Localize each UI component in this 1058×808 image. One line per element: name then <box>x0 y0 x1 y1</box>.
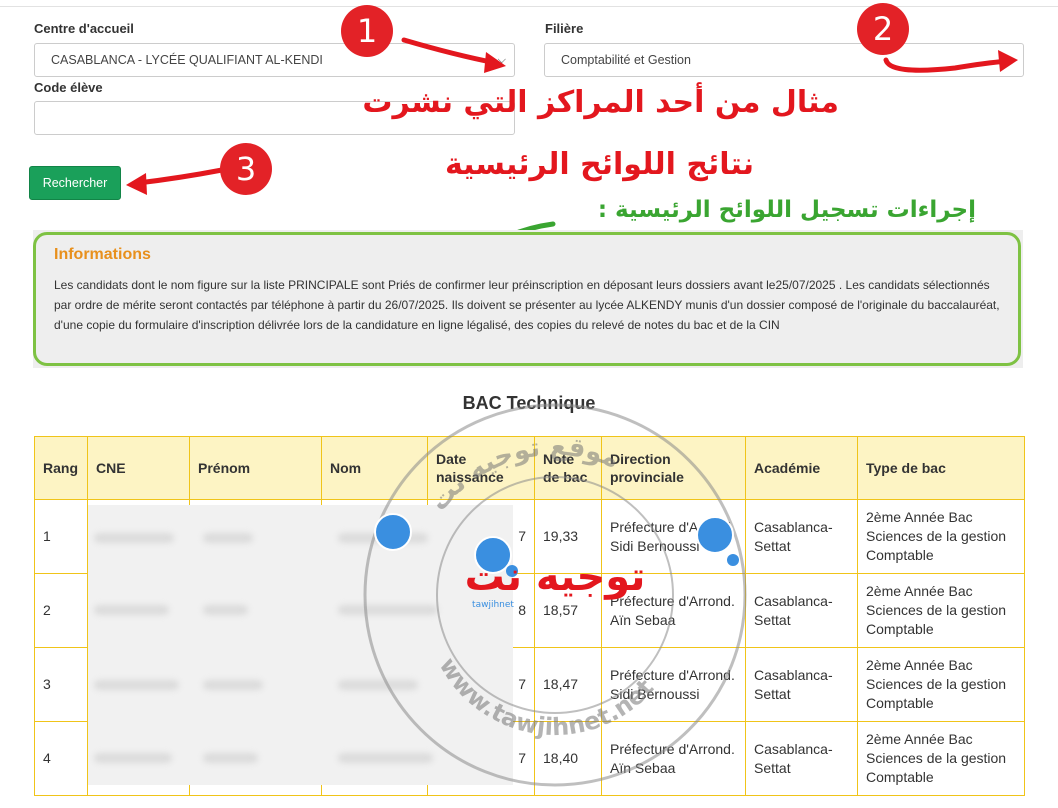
col-header[interactable]: Date naissance <box>427 436 535 500</box>
col-header[interactable]: Type de bac <box>857 436 1025 500</box>
cell-type: 2ème Année Bac Sciences de la gestion Co… <box>857 721 1025 796</box>
cell-rang: 4 <box>34 721 88 796</box>
table-header-row: Rang CNE Prénom Nom Date naissance Note … <box>34 436 1025 500</box>
cell-rang: 1 <box>34 499 88 574</box>
cell-direction: Préfecture d'Arrond. Sidi Bernoussi <box>601 499 746 574</box>
info-title: Informations <box>54 246 151 263</box>
cell-type: 2ème Année Bac Sciences de la gestion Co… <box>857 647 1025 722</box>
step-2-badge: 2 <box>857 3 909 55</box>
results-title: BAC Technique <box>462 393 596 413</box>
privacy-blur <box>88 505 513 785</box>
cell-note: 18,47 <box>534 647 602 722</box>
cell-academie: Casablanca-Settat <box>745 647 858 722</box>
cell-type: 2ème Année Bac Sciences de la gestion Co… <box>857 499 1025 574</box>
cell-direction: Préfecture d'Arrond. Aïn Sebaa <box>601 573 746 648</box>
cell-note: 18,40 <box>534 721 602 796</box>
cell-note: 19,33 <box>534 499 602 574</box>
arabic-caption-2: نتائج اللوائح الرئيسية <box>444 147 754 182</box>
cell-direction: Préfecture d'Arrond. Aïn Sebaa <box>601 721 746 796</box>
cell-note: 18,57 <box>534 573 602 648</box>
arabic-caption-1: مثال من أحد المراكز التي نشرت <box>362 85 839 120</box>
col-header[interactable]: Prénom <box>189 436 322 500</box>
cell-academie: Casablanca-Settat <box>745 721 858 796</box>
col-header[interactable]: Rang <box>34 436 88 500</box>
col-header[interactable]: CNE <box>87 436 190 500</box>
arrow-to-filiere-select <box>883 57 1011 73</box>
cell-rang: 2 <box>34 573 88 648</box>
col-header[interactable]: Nom <box>321 436 428 500</box>
cell-academie: Casablanca-Settat <box>745 573 858 648</box>
arabic-caption-3: إجراءات تسجيل اللوائح الرئيسية : <box>597 197 976 223</box>
cell-academie: Casablanca-Settat <box>745 499 858 574</box>
cell-direction: Préfecture d'Arrond. Sidi Bernoussi <box>601 647 746 722</box>
cell-type: 2ème Année Bac Sciences de la gestion Co… <box>857 573 1025 648</box>
arrow-to-centre-select <box>401 37 499 66</box>
col-header[interactable]: Direction provinciale <box>601 436 746 500</box>
col-header[interactable]: Note de bac <box>534 436 602 500</box>
info-text: Les candidats dont le nom figure sur la … <box>54 278 1000 332</box>
step-3-badge: 3 <box>220 143 272 195</box>
step-1-badge: 1 <box>341 5 393 57</box>
col-header[interactable]: Académie <box>745 436 858 500</box>
cell-rang: 3 <box>34 647 88 722</box>
arrow-to-search-button <box>135 167 225 186</box>
